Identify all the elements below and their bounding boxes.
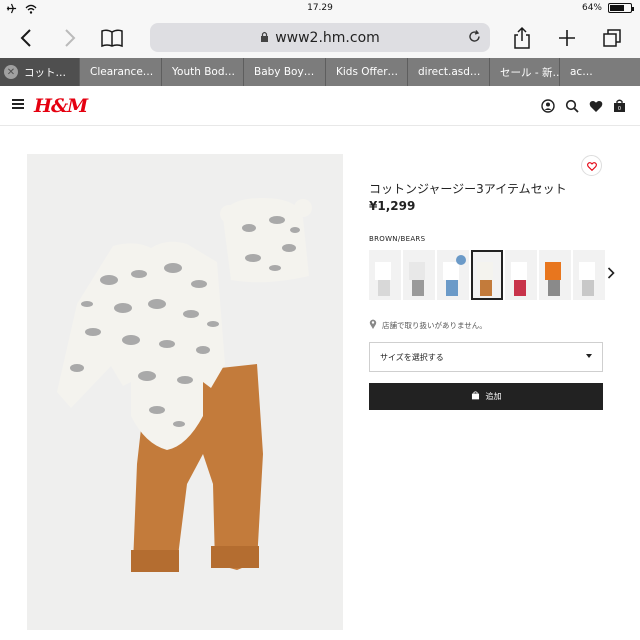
- product-price: ¥1,299: [369, 199, 416, 213]
- swatch-1[interactable]: [369, 250, 401, 300]
- url-text: www2.hm.com: [275, 29, 380, 46]
- url-bar[interactable]: www2.hm.com: [150, 23, 490, 52]
- status-time: 17.29: [307, 3, 333, 13]
- site-header: H&M 0: [0, 86, 640, 126]
- location-pin-icon: [369, 319, 377, 331]
- product-image[interactable]: [27, 154, 343, 630]
- swatch-7[interactable]: [573, 250, 605, 300]
- hm-logo[interactable]: H&M: [34, 95, 88, 117]
- battery-icon: [608, 3, 634, 13]
- heart-outline-icon: [586, 156, 597, 175]
- tab-label: Kids Offer…: [336, 66, 399, 78]
- tab-label: コット…: [24, 66, 66, 79]
- swatch-selected[interactable]: [471, 250, 503, 300]
- hat-illustration: [220, 198, 312, 283]
- wishlist-button[interactable]: [581, 155, 602, 176]
- swatch-3[interactable]: [437, 250, 469, 300]
- status-right: 64%: [581, 3, 634, 13]
- browser-toolbar: www2.hm.com: [0, 18, 640, 58]
- swatch-5[interactable]: [505, 250, 537, 300]
- bag-icon: [471, 391, 480, 402]
- tab-kids-offer[interactable]: Kids Offer…: [326, 58, 408, 86]
- shopping-bag-icon[interactable]: 0: [613, 98, 626, 117]
- tabs-overview-icon[interactable]: [598, 24, 626, 52]
- add-to-cart-button[interactable]: 追加: [369, 383, 603, 410]
- caret-down-icon: [586, 354, 592, 358]
- tab-clearance[interactable]: Clearance…: [80, 58, 162, 86]
- size-select[interactable]: サイズを選択する: [369, 342, 603, 372]
- menu-icon[interactable]: [12, 99, 24, 109]
- bodysuit-illustration: [57, 241, 225, 450]
- svg-text:0: 0: [618, 106, 621, 112]
- tab-label: セール - 新…: [500, 66, 560, 79]
- color-swatches: [369, 250, 605, 300]
- header-icons: 0: [541, 98, 626, 117]
- tab-sale[interactable]: セール - 新…: [490, 58, 560, 86]
- new-tab-icon[interactable]: [553, 24, 581, 52]
- bookmarks-icon[interactable]: [98, 24, 126, 52]
- store-note-text: 店舗で取り扱いがありません。: [382, 320, 487, 330]
- account-icon[interactable]: [541, 98, 555, 117]
- chevron-right-icon[interactable]: [607, 267, 615, 283]
- forward-icon[interactable]: [56, 24, 84, 52]
- tab-youth-bod[interactable]: Youth Bod…: [162, 58, 244, 86]
- reload-icon[interactable]: [467, 29, 482, 48]
- swatch-2[interactable]: [403, 250, 435, 300]
- lock-icon: [260, 30, 269, 46]
- color-label: BROWN/BEARS: [369, 235, 426, 243]
- tab-label: Clearance…: [90, 66, 154, 78]
- share-icon[interactable]: [508, 24, 536, 52]
- tab-label: ac…: [570, 66, 593, 78]
- back-icon[interactable]: [12, 24, 40, 52]
- product-title: コットンジャージー3アイテムセット: [369, 182, 567, 196]
- close-tab-icon[interactable]: ✕: [4, 65, 18, 79]
- tab-active[interactable]: ✕ コット…: [0, 58, 80, 86]
- tab-label: Youth Bod…: [172, 66, 235, 78]
- add-button-label: 追加: [485, 392, 502, 401]
- battery-percent: 64%: [581, 3, 602, 13]
- status-bar: 17.29 64%: [0, 0, 640, 18]
- favorites-heart-icon[interactable]: [589, 98, 603, 117]
- store-availability: 店舗で取り扱いがありません。: [369, 319, 487, 331]
- tab-label: Baby Boy…: [254, 66, 315, 78]
- tab-label: direct.asd…: [418, 66, 481, 78]
- tab-strip: ✕ コット… Clearance… Youth Bod… Baby Boy… K…: [0, 58, 640, 86]
- tab-ac[interactable]: ac…: [560, 58, 620, 86]
- search-icon[interactable]: [565, 98, 579, 117]
- swatch-6[interactable]: [539, 250, 571, 300]
- tab-baby-boy[interactable]: Baby Boy…: [244, 58, 326, 86]
- product-photo: [57, 198, 312, 572]
- tab-direct-asd[interactable]: direct.asd…: [408, 58, 490, 86]
- size-select-label: サイズを選択する: [380, 352, 444, 362]
